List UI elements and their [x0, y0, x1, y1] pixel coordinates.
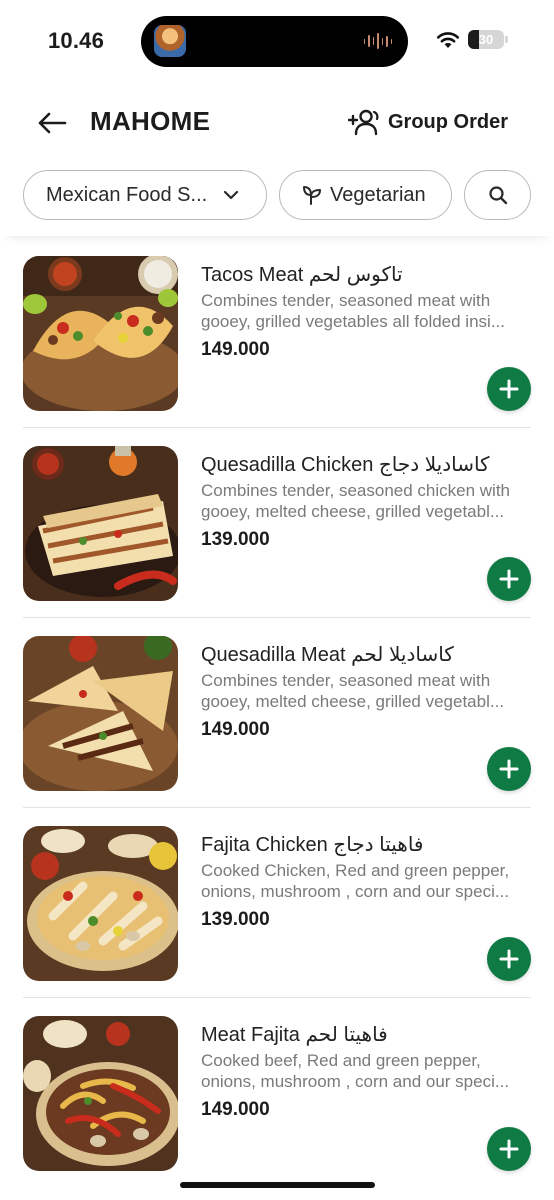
plus-icon — [499, 379, 519, 399]
group-order-label: Group Order — [387, 110, 508, 133]
add-to-cart-button[interactable] — [487, 557, 531, 601]
item-description-line: onions, mushroom , corn and our speci... — [201, 1072, 510, 1091]
vegetarian-filter-chip[interactable]: Vegetarian — [279, 170, 452, 220]
plus-icon — [499, 1139, 519, 1159]
menu-item[interactable]: Quesadilla Meat كاساديلا لحم Combines te… — [0, 618, 554, 808]
status-bar: 10.46 30 — [0, 0, 554, 84]
item-price: 149.000 — [201, 339, 270, 360]
item-description-line: Cooked beef, Red and green pepper, — [201, 1051, 481, 1070]
group-order-button[interactable]: Group Order — [347, 105, 508, 139]
item-description-line: gooey, melted cheese, grilled vegetabl..… — [201, 692, 505, 711]
item-price: 149.000 — [201, 1099, 270, 1120]
item-description: Combines tender, seasoned meat with gooe… — [201, 290, 531, 332]
filter-bar: Mexican Food S... Vegetarian — [0, 168, 554, 236]
food-image — [23, 256, 178, 411]
add-to-cart-button[interactable] — [487, 367, 531, 411]
menu-list[interactable]: Tacos Meat تاكوس لحم Combines tender, se… — [0, 238, 554, 1200]
page-title: MAHOME — [90, 106, 211, 136]
item-name: Quesadilla Meat كاساديلا لحم — [201, 644, 454, 666]
now-playing-artwork-icon — [154, 25, 186, 57]
item-description: Cooked Chicken, Red and green pepper, on… — [201, 860, 531, 902]
item-description: Combines tender, seasoned meat with gooe… — [201, 670, 531, 712]
food-image — [23, 636, 178, 791]
top-bar: MAHOME Group Order — [0, 95, 554, 149]
menu-item[interactable]: Fajita Chicken فاهيتا دجاج Cooked Chicke… — [0, 808, 554, 998]
menu-item[interactable]: Meat Fajita فاهيتا لحم Cooked beef, Red … — [0, 998, 554, 1188]
item-price: 139.000 — [201, 529, 270, 550]
back-button[interactable] — [32, 103, 72, 143]
search-button[interactable] — [464, 170, 531, 220]
item-name: Quesadilla Chicken كاساديلا دجاج — [201, 454, 490, 476]
item-name: Meat Fajita فاهيتا لحم — [201, 1024, 388, 1046]
item-name: Fajita Chicken فاهيتا دجاج — [201, 834, 424, 856]
item-description-line: gooey, grilled vegetables all folded ins… — [201, 312, 505, 331]
add-to-cart-button[interactable] — [487, 937, 531, 981]
plus-icon — [499, 759, 519, 779]
add-to-cart-button[interactable] — [487, 747, 531, 791]
battery-percentage: 30 — [478, 32, 494, 47]
item-price: 139.000 — [201, 909, 270, 930]
arrow-left-icon — [38, 112, 67, 134]
dynamic-island[interactable] — [141, 16, 408, 67]
chevron-down-icon — [223, 190, 239, 200]
plus-icon — [499, 569, 519, 589]
item-description: Combines tender, seasoned chicken with g… — [201, 480, 531, 522]
plus-icon — [499, 949, 519, 969]
item-description: Cooked beef, Red and green pepper, onion… — [201, 1050, 531, 1092]
battery-icon: 30 — [468, 30, 508, 49]
food-image — [23, 1016, 178, 1171]
add-to-cart-button[interactable] — [487, 1127, 531, 1171]
wifi-icon — [436, 31, 460, 48]
sprout-icon — [303, 186, 321, 205]
item-name: Tacos Meat تاكوس لحم — [201, 264, 403, 286]
add-group-icon — [347, 109, 379, 136]
item-description-line: Combines tender, seasoned meat with — [201, 291, 491, 310]
audio-waveform-icon — [364, 32, 392, 50]
status-indicators: 30 — [436, 30, 508, 49]
food-image — [23, 826, 178, 981]
item-description-line: gooey, melted cheese, grilled vegetabl..… — [201, 502, 505, 521]
item-price: 149.000 — [201, 719, 270, 740]
item-description-line: Combines tender, seasoned meat with — [201, 671, 491, 690]
status-time: 10.46 — [48, 28, 105, 53]
menu-item[interactable]: Quesadilla Chicken كاساديلا دجاج Combine… — [0, 428, 554, 618]
search-icon — [488, 186, 507, 205]
item-description-line: Combines tender, seasoned chicken with — [201, 481, 511, 500]
menu-item[interactable]: Tacos Meat تاكوس لحم Combines tender, se… — [0, 238, 554, 428]
vegetarian-filter-label: Vegetarian — [330, 183, 426, 206]
item-description-line: onions, mushroom , corn and our speci... — [201, 882, 510, 901]
item-description-line: Cooked Chicken, Red and green pepper, — [201, 861, 510, 880]
category-dropdown[interactable]: Mexican Food S... — [23, 170, 267, 220]
food-image — [23, 446, 178, 601]
home-indicator[interactable] — [180, 1182, 375, 1188]
category-dropdown-label: Mexican Food S... — [46, 183, 208, 206]
